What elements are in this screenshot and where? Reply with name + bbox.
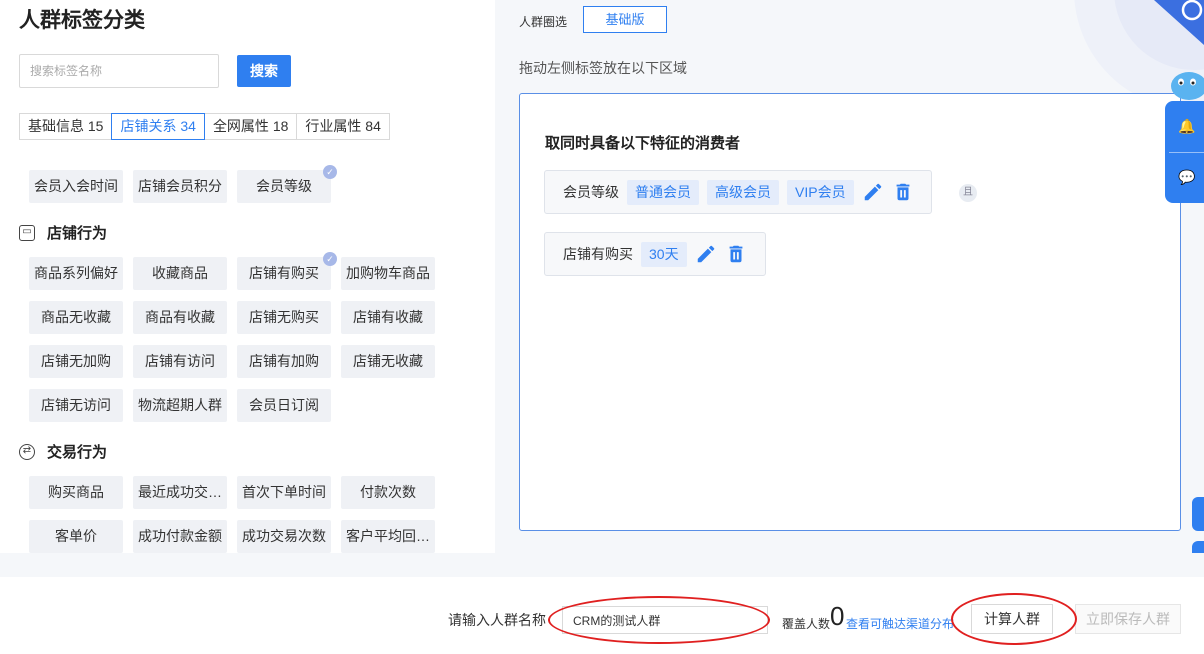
tab-network-attributes[interactable]: 全网属性 18 bbox=[203, 113, 298, 140]
search-button[interactable]: 搜索 bbox=[237, 55, 291, 87]
bell-icon[interactable]: 🔔 bbox=[1178, 118, 1195, 134]
drop-zone[interactable]: 取同时具备以下特征的消费者 会员等级 普通会员 高级会员 VIP会员 且 店铺有… bbox=[519, 93, 1181, 531]
trash-icon[interactable] bbox=[892, 181, 914, 203]
chat-icon[interactable]: 💬 bbox=[1178, 169, 1195, 185]
tag-category-panel: 人群标签分类 搜索 基础信息 15 店铺关系 34 全网属性 18 行业属性 8… bbox=[0, 0, 495, 553]
tag-chip[interactable]: 商品无收藏 bbox=[29, 301, 123, 334]
divider bbox=[1169, 152, 1204, 153]
tag-chip[interactable]: 成功付款金额 bbox=[133, 520, 227, 553]
tag-chip[interactable]: 客单价 bbox=[29, 520, 123, 553]
tag-chip[interactable]: 成功交易次数 bbox=[237, 520, 331, 553]
tag-chip[interactable]: 首次下单时间 bbox=[237, 476, 331, 509]
section-label: 交易行为 bbox=[47, 444, 108, 461]
pencil-icon[interactable] bbox=[862, 181, 884, 203]
rule-member-level: 会员等级 普通会员 高级会员 VIP会员 且 bbox=[544, 170, 977, 214]
coverage-count: 0 bbox=[830, 601, 845, 631]
tag-chip[interactable]: 会员等级 bbox=[237, 170, 331, 203]
tag-chip[interactable]: 商品系列偏好 bbox=[29, 257, 123, 290]
tab-basic-info[interactable]: 基础信息 15 bbox=[19, 113, 113, 140]
tag-chip[interactable]: 最近成功交… bbox=[133, 476, 227, 509]
coverage-label: 覆盖人数 bbox=[782, 617, 831, 631]
rule-label: 会员等级 bbox=[563, 184, 619, 200]
tag-chip[interactable]: 物流超期人群 bbox=[133, 389, 227, 422]
category-tabs: 基础信息 15 店铺关系 34 全网属性 18 行业属性 84 bbox=[19, 113, 390, 140]
trash-icon[interactable] bbox=[725, 243, 747, 265]
rule-value-tag: VIP会员 bbox=[787, 179, 854, 205]
tag-chip[interactable]: 收藏商品 bbox=[133, 257, 227, 290]
assistant-mascot-icon[interactable] bbox=[1167, 66, 1204, 106]
tab-industry-attributes[interactable]: 行业属性 84 bbox=[296, 113, 390, 140]
exchange-icon: ⇄ bbox=[19, 443, 35, 460]
rule-value-tag: 高级会员 bbox=[707, 179, 779, 205]
audience-builder-panel: 人群圈选 基础版 拖动左侧标签放在以下区域 取同时具备以下特征的消费者 会员等级… bbox=[495, 0, 1204, 553]
condition-title: 取同时具备以下特征的消费者 bbox=[545, 135, 741, 152]
rule-value-tag: 普通会员 bbox=[627, 179, 699, 205]
tag-chip[interactable]: 店铺无收藏 bbox=[341, 345, 435, 378]
section-trade-behavior: ⇄ 交易行为 bbox=[19, 441, 107, 462]
section-store-behavior: ▭ 店铺行为 bbox=[19, 222, 107, 243]
selected-check-icon: ✓ bbox=[323, 165, 337, 179]
footer-divider bbox=[0, 553, 1204, 577]
audience-name-input[interactable] bbox=[562, 606, 768, 634]
save-audience-button[interactable]: 立即保存人群 bbox=[1075, 604, 1181, 634]
tag-chip[interactable]: 商品有收藏 bbox=[133, 301, 227, 334]
tag-chip[interactable]: 店铺有收藏 bbox=[341, 301, 435, 334]
tag-search-input[interactable] bbox=[19, 54, 219, 88]
basic-mode-button[interactable]: 基础版 bbox=[583, 6, 667, 33]
tag-chip[interactable]: 会员入会时间 bbox=[29, 170, 123, 203]
and-badge: 且 bbox=[959, 184, 977, 202]
tag-chip[interactable]: 会员日订阅 bbox=[237, 389, 331, 422]
rule-store-purchase: 店铺有购买 30天 bbox=[544, 232, 766, 276]
rule-label: 店铺有购买 bbox=[563, 246, 633, 262]
tag-chip[interactable]: 付款次数 bbox=[341, 476, 435, 509]
tag-chip[interactable]: 客户平均回… bbox=[341, 520, 435, 553]
footer-bar: 请输入人群名称 覆盖人数 0 查看可触达渠道分布 计算人群 立即保存人群 bbox=[0, 553, 1204, 654]
floating-tool-bar: 🔔 💬 bbox=[1165, 101, 1204, 203]
tag-chip[interactable]: 购买商品 bbox=[29, 476, 123, 509]
tag-chip[interactable]: 店铺有加购 bbox=[237, 345, 331, 378]
tag-chip[interactable]: 店铺有访问 bbox=[133, 345, 227, 378]
pencil-icon[interactable] bbox=[695, 243, 717, 265]
tag-chip[interactable]: 店铺会员积分 bbox=[133, 170, 227, 203]
collapse-tab-icon[interactable] bbox=[1192, 497, 1204, 531]
section-label: 店铺行为 bbox=[47, 225, 108, 242]
tag-chip[interactable]: 店铺有购买 bbox=[237, 257, 331, 290]
calculate-audience-button[interactable]: 计算人群 bbox=[971, 604, 1053, 634]
tag-chip[interactable]: 加购物车商品 bbox=[341, 257, 435, 290]
tab-store-relation[interactable]: 店铺关系 34 bbox=[111, 113, 205, 140]
tag-chip[interactable]: 店铺无访问 bbox=[29, 389, 123, 422]
mode-label: 人群圈选 bbox=[519, 15, 568, 29]
rule-value-tag: 30天 bbox=[641, 241, 687, 267]
selected-check-icon: ✓ bbox=[323, 252, 337, 266]
drag-hint: 拖动左侧标签放在以下区域 bbox=[519, 60, 687, 76]
page-title: 人群标签分类 bbox=[19, 9, 145, 32]
audience-name-label: 请输入人群名称 bbox=[448, 612, 546, 628]
store-icon: ▭ bbox=[19, 224, 35, 241]
tag-chip[interactable]: 店铺无加购 bbox=[29, 345, 123, 378]
channel-distribution-link[interactable]: 查看可触达渠道分布 bbox=[846, 615, 954, 632]
tag-chip[interactable]: 店铺无购买 bbox=[237, 301, 331, 334]
